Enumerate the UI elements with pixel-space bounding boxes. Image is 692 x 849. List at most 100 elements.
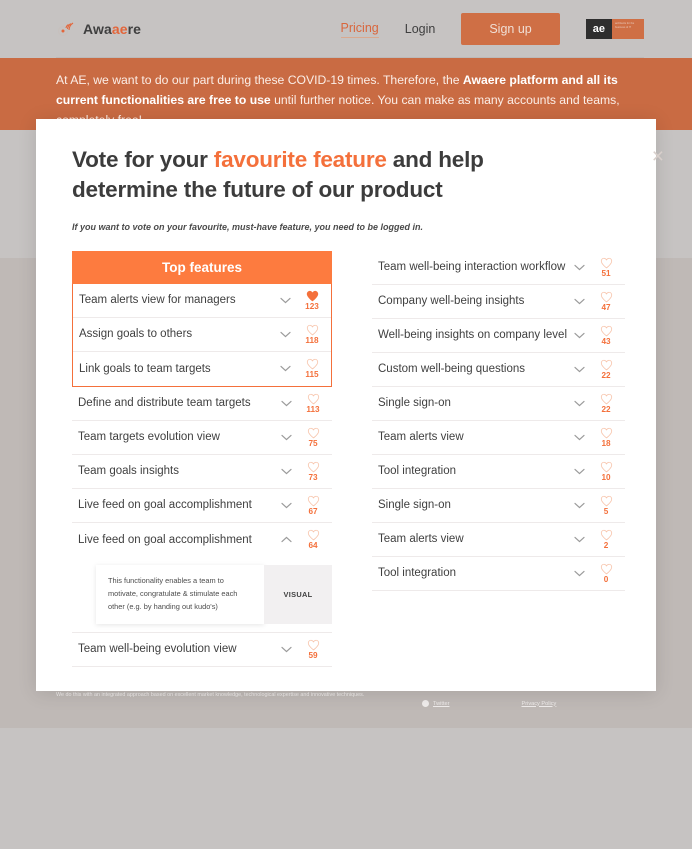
feature-row-toggle[interactable] [273,365,297,372]
feature-row-toggle[interactable] [567,400,591,407]
ae-partner-badge[interactable]: ae architects for the business of IT [585,19,644,39]
heart-outline-icon[interactable] [600,291,613,303]
feature-row-toggle[interactable] [567,264,591,271]
feature-row-toggle[interactable] [567,366,591,373]
heart-filled-icon[interactable] [306,290,319,302]
feature-vote-group[interactable]: 2 [591,529,625,550]
feature-row[interactable]: Team alerts view 2 [372,523,625,557]
chevron-up-icon[interactable] [280,536,292,543]
feature-vote-group[interactable]: 22 [591,359,625,380]
heart-outline-icon[interactable] [307,495,320,507]
feature-vote-group[interactable]: 5 [591,495,625,516]
feature-row-toggle[interactable] [567,434,591,441]
nav-link-pricing[interactable]: Pricing [340,21,379,38]
feature-vote-group[interactable]: 123 [297,290,331,311]
feature-vote-group[interactable]: 64 [298,529,332,550]
chevron-down-icon[interactable] [573,298,585,305]
heart-outline-icon[interactable] [307,529,320,541]
chevron-down-icon[interactable] [280,502,292,509]
feature-row[interactable]: Custom well-being questions 22 [372,353,625,387]
feature-vote-group[interactable]: 51 [591,257,625,278]
heart-outline-icon[interactable] [600,427,613,439]
feature-vote-group[interactable]: 10 [591,461,625,482]
feature-vote-group[interactable]: 75 [298,427,332,448]
feature-row[interactable]: Define and distribute team targets 113 [72,387,332,421]
footer-link-privacy[interactable]: Privacy Policy [521,700,556,707]
close-icon[interactable]: × [652,146,664,167]
feature-row-toggle[interactable] [567,298,591,305]
heart-outline-icon[interactable] [600,529,613,541]
feature-row-toggle[interactable] [567,332,591,339]
heart-outline-icon[interactable] [600,257,613,269]
feature-vote-group[interactable]: 18 [591,427,625,448]
feature-row[interactable]: Single sign-on 22 [372,387,625,421]
heart-outline-icon[interactable] [600,359,613,371]
chevron-down-icon[interactable] [280,400,292,407]
feature-row[interactable]: Tool integration 0 [372,557,625,591]
feature-row[interactable]: Tool integration 10 [372,455,625,489]
chevron-down-icon[interactable] [279,365,291,372]
feature-vote-group[interactable]: 22 [591,393,625,414]
feature-row[interactable]: Team well-being interaction workflow 51 [372,251,625,285]
feature-row[interactable]: Single sign-on 5 [372,489,625,523]
chevron-down-icon[interactable] [573,536,585,543]
heart-outline-icon[interactable] [600,461,613,473]
heart-outline-icon[interactable] [600,393,613,405]
brand-logo-group[interactable]: Awaaere [56,19,141,39]
chevron-down-icon[interactable] [280,434,292,441]
heart-outline-icon[interactable] [307,393,320,405]
chevron-down-icon[interactable] [573,434,585,441]
feature-vote-group[interactable]: 47 [591,291,625,312]
feature-row-toggle[interactable] [567,536,591,543]
heart-outline-icon[interactable] [600,495,613,507]
feature-vote-group[interactable]: 59 [298,639,332,660]
nav-link-login[interactable]: Login [405,22,436,36]
chevron-down-icon[interactable] [573,502,585,509]
chevron-down-icon[interactable] [280,646,292,653]
feature-row-toggle[interactable] [274,468,298,475]
feature-row[interactable]: Team alerts view for managers 123 [73,284,331,318]
feature-row-toggle[interactable] [274,646,298,653]
feature-vote-group[interactable]: 73 [298,461,332,482]
feature-row[interactable]: Well-being insights on company level 43 [372,319,625,353]
heart-outline-icon[interactable] [306,324,319,336]
chevron-down-icon[interactable] [573,366,585,373]
heart-outline-icon[interactable] [307,461,320,473]
feature-row[interactable]: Live feed on goal accomplishment 67 [72,489,332,523]
feature-vote-group[interactable]: 115 [297,358,331,379]
feature-vote-group[interactable]: 43 [591,325,625,346]
feature-row[interactable]: Live feed on goal accomplishment 64 [72,523,332,557]
feature-row[interactable]: Team targets evolution view 75 [72,421,332,455]
feature-row[interactable]: Team alerts view 18 [372,421,625,455]
chevron-down-icon[interactable] [573,570,585,577]
chevron-down-icon[interactable] [279,331,291,338]
feature-row-toggle[interactable] [567,570,591,577]
heart-outline-icon[interactable] [600,325,613,337]
feature-row-toggle[interactable] [273,331,297,338]
feature-row-toggle[interactable] [273,297,297,304]
feature-row-toggle[interactable] [567,502,591,509]
feature-row[interactable]: Team well-being evolution view 59 [72,633,332,667]
chevron-down-icon[interactable] [280,468,292,475]
footer-link-twitter[interactable]: Twitter [422,700,449,707]
heart-outline-icon[interactable] [600,563,613,575]
feature-row[interactable]: Link goals to team targets 115 [73,352,331,386]
feature-vote-group[interactable]: 113 [298,393,332,414]
heart-outline-icon[interactable] [307,639,320,651]
chevron-down-icon[interactable] [573,468,585,475]
feature-row[interactable]: Team goals insights 73 [72,455,332,489]
feature-row[interactable]: Assign goals to others 118 [73,318,331,352]
feature-row-toggle[interactable] [567,468,591,475]
chevron-down-icon[interactable] [573,264,585,271]
chevron-down-icon[interactable] [573,332,585,339]
feature-row-toggle[interactable] [274,502,298,509]
feature-vote-group[interactable]: 0 [591,563,625,584]
signup-button[interactable]: Sign up [461,13,560,45]
feature-row-toggle[interactable] [274,536,298,543]
feature-vote-group[interactable]: 67 [298,495,332,516]
feature-row-toggle[interactable] [274,400,298,407]
heart-outline-icon[interactable] [306,358,319,370]
feature-vote-group[interactable]: 118 [297,324,331,345]
feature-row[interactable]: Company well-being insights 47 [372,285,625,319]
chevron-down-icon[interactable] [279,297,291,304]
